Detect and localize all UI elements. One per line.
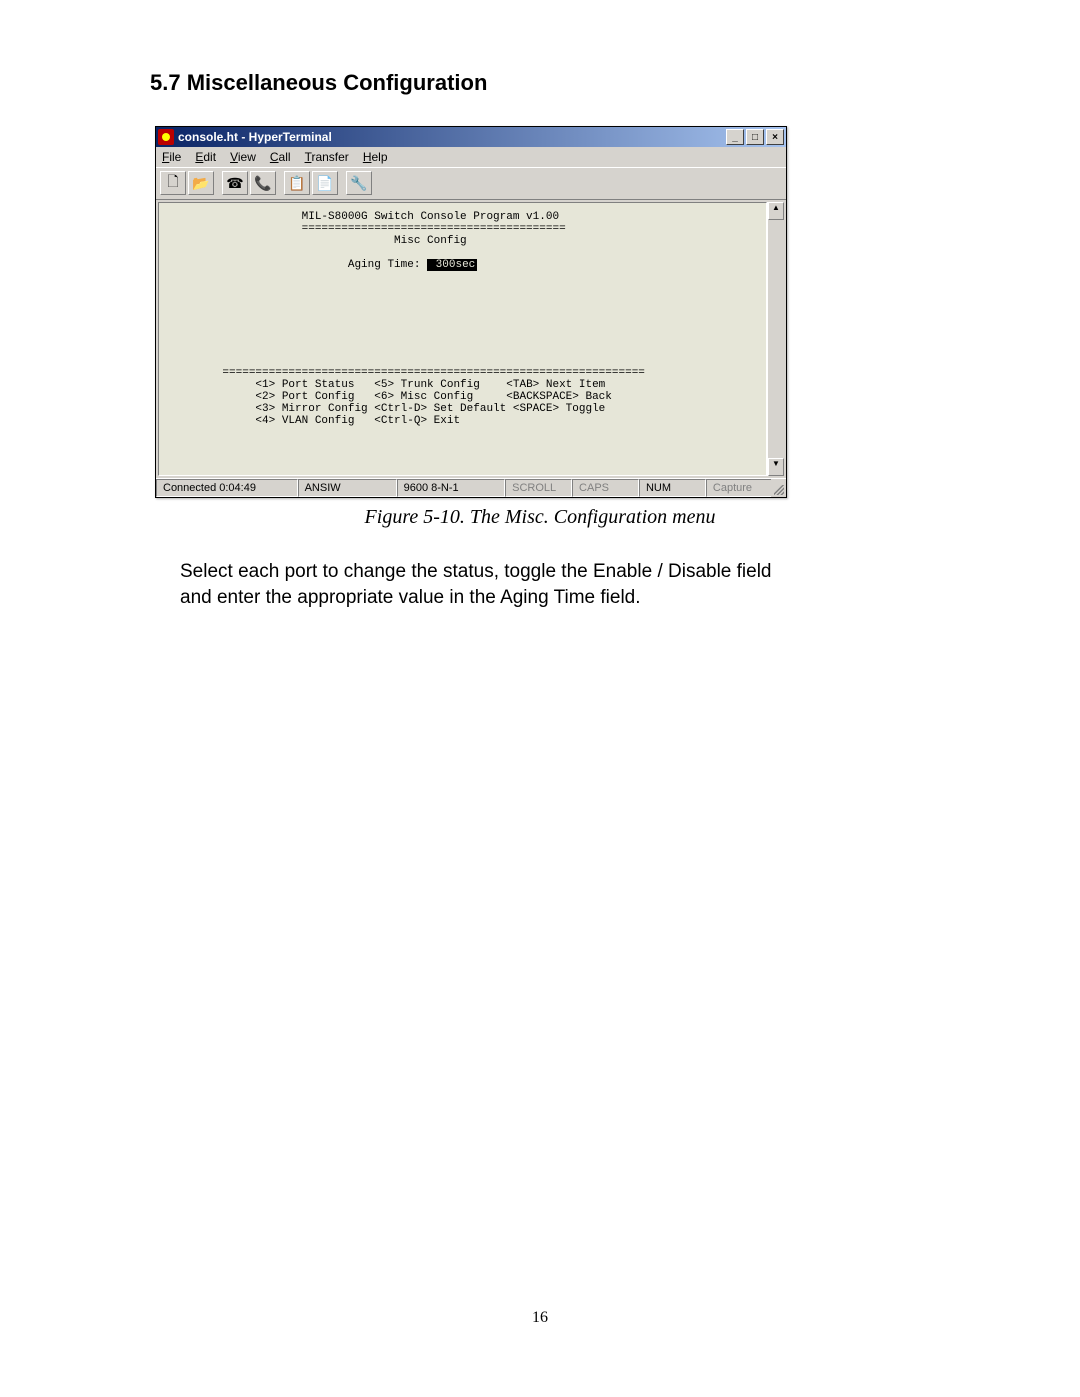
scroll-down-icon[interactable]: ▼: [768, 458, 784, 476]
status-scroll: SCROLL: [505, 479, 572, 497]
figure-caption: Figure 5-10. The Misc. Configuration men…: [150, 506, 930, 529]
window-title: console.ht - HyperTerminal: [178, 130, 724, 144]
toolbar: 🗋 📂 ☎ 📞 📋 📄 🔧: [156, 168, 786, 200]
section-heading: 5.7 Miscellaneous Configuration: [150, 70, 930, 96]
minimize-button[interactable]: _: [726, 129, 744, 145]
status-settings: 9600 8-N-1: [397, 479, 506, 497]
call-icon[interactable]: ☎: [222, 171, 248, 195]
menu-call[interactable]: Call: [270, 150, 291, 164]
aging-time-value[interactable]: 300sec: [427, 259, 477, 271]
status-num: NUM: [639, 479, 706, 497]
new-icon[interactable]: 🗋: [160, 171, 186, 195]
menu-help[interactable]: Help: [363, 150, 388, 164]
statusbar: Connected 0:04:49 ANSIW 9600 8-N-1 SCROL…: [156, 478, 786, 497]
page-number: 16: [0, 1309, 1080, 1327]
hyperterminal-window: console.ht - HyperTerminal _ □ × File Ed…: [155, 126, 787, 498]
menu-transfer[interactable]: Transfer: [305, 150, 349, 164]
menu-file[interactable]: File: [162, 150, 181, 164]
open-icon[interactable]: 📂: [188, 171, 214, 195]
menu-edit[interactable]: Edit: [195, 150, 216, 164]
maximize-button[interactable]: □: [746, 129, 764, 145]
vertical-scrollbar[interactable]: ▲ ▼: [767, 202, 784, 476]
menubar: File Edit View Call Transfer Help: [156, 147, 786, 168]
resize-grip-icon[interactable]: [771, 479, 786, 497]
status-caps: CAPS: [572, 479, 639, 497]
scroll-up-icon[interactable]: ▲: [768, 202, 784, 220]
send-icon[interactable]: 📋: [284, 171, 310, 195]
terminal-text: MIL-S8000G Switch Console Program v1.00 …: [163, 211, 762, 427]
hangup-icon[interactable]: 📞: [250, 171, 276, 195]
status-connected: Connected 0:04:49: [156, 479, 298, 497]
close-button[interactable]: ×: [766, 129, 784, 145]
menu-view[interactable]: View: [230, 150, 256, 164]
status-emulation: ANSIW: [298, 479, 397, 497]
receive-icon[interactable]: 📄: [312, 171, 338, 195]
body-paragraph: Select each port to change the status, t…: [180, 559, 790, 610]
titlebar[interactable]: console.ht - HyperTerminal _ □ ×: [156, 127, 786, 147]
properties-icon[interactable]: 🔧: [346, 171, 372, 195]
app-icon: [158, 129, 174, 145]
terminal-area: MIL-S8000G Switch Console Program v1.00 …: [156, 200, 786, 478]
terminal-content[interactable]: MIL-S8000G Switch Console Program v1.00 …: [158, 202, 767, 476]
status-capture: Capture: [706, 479, 771, 497]
